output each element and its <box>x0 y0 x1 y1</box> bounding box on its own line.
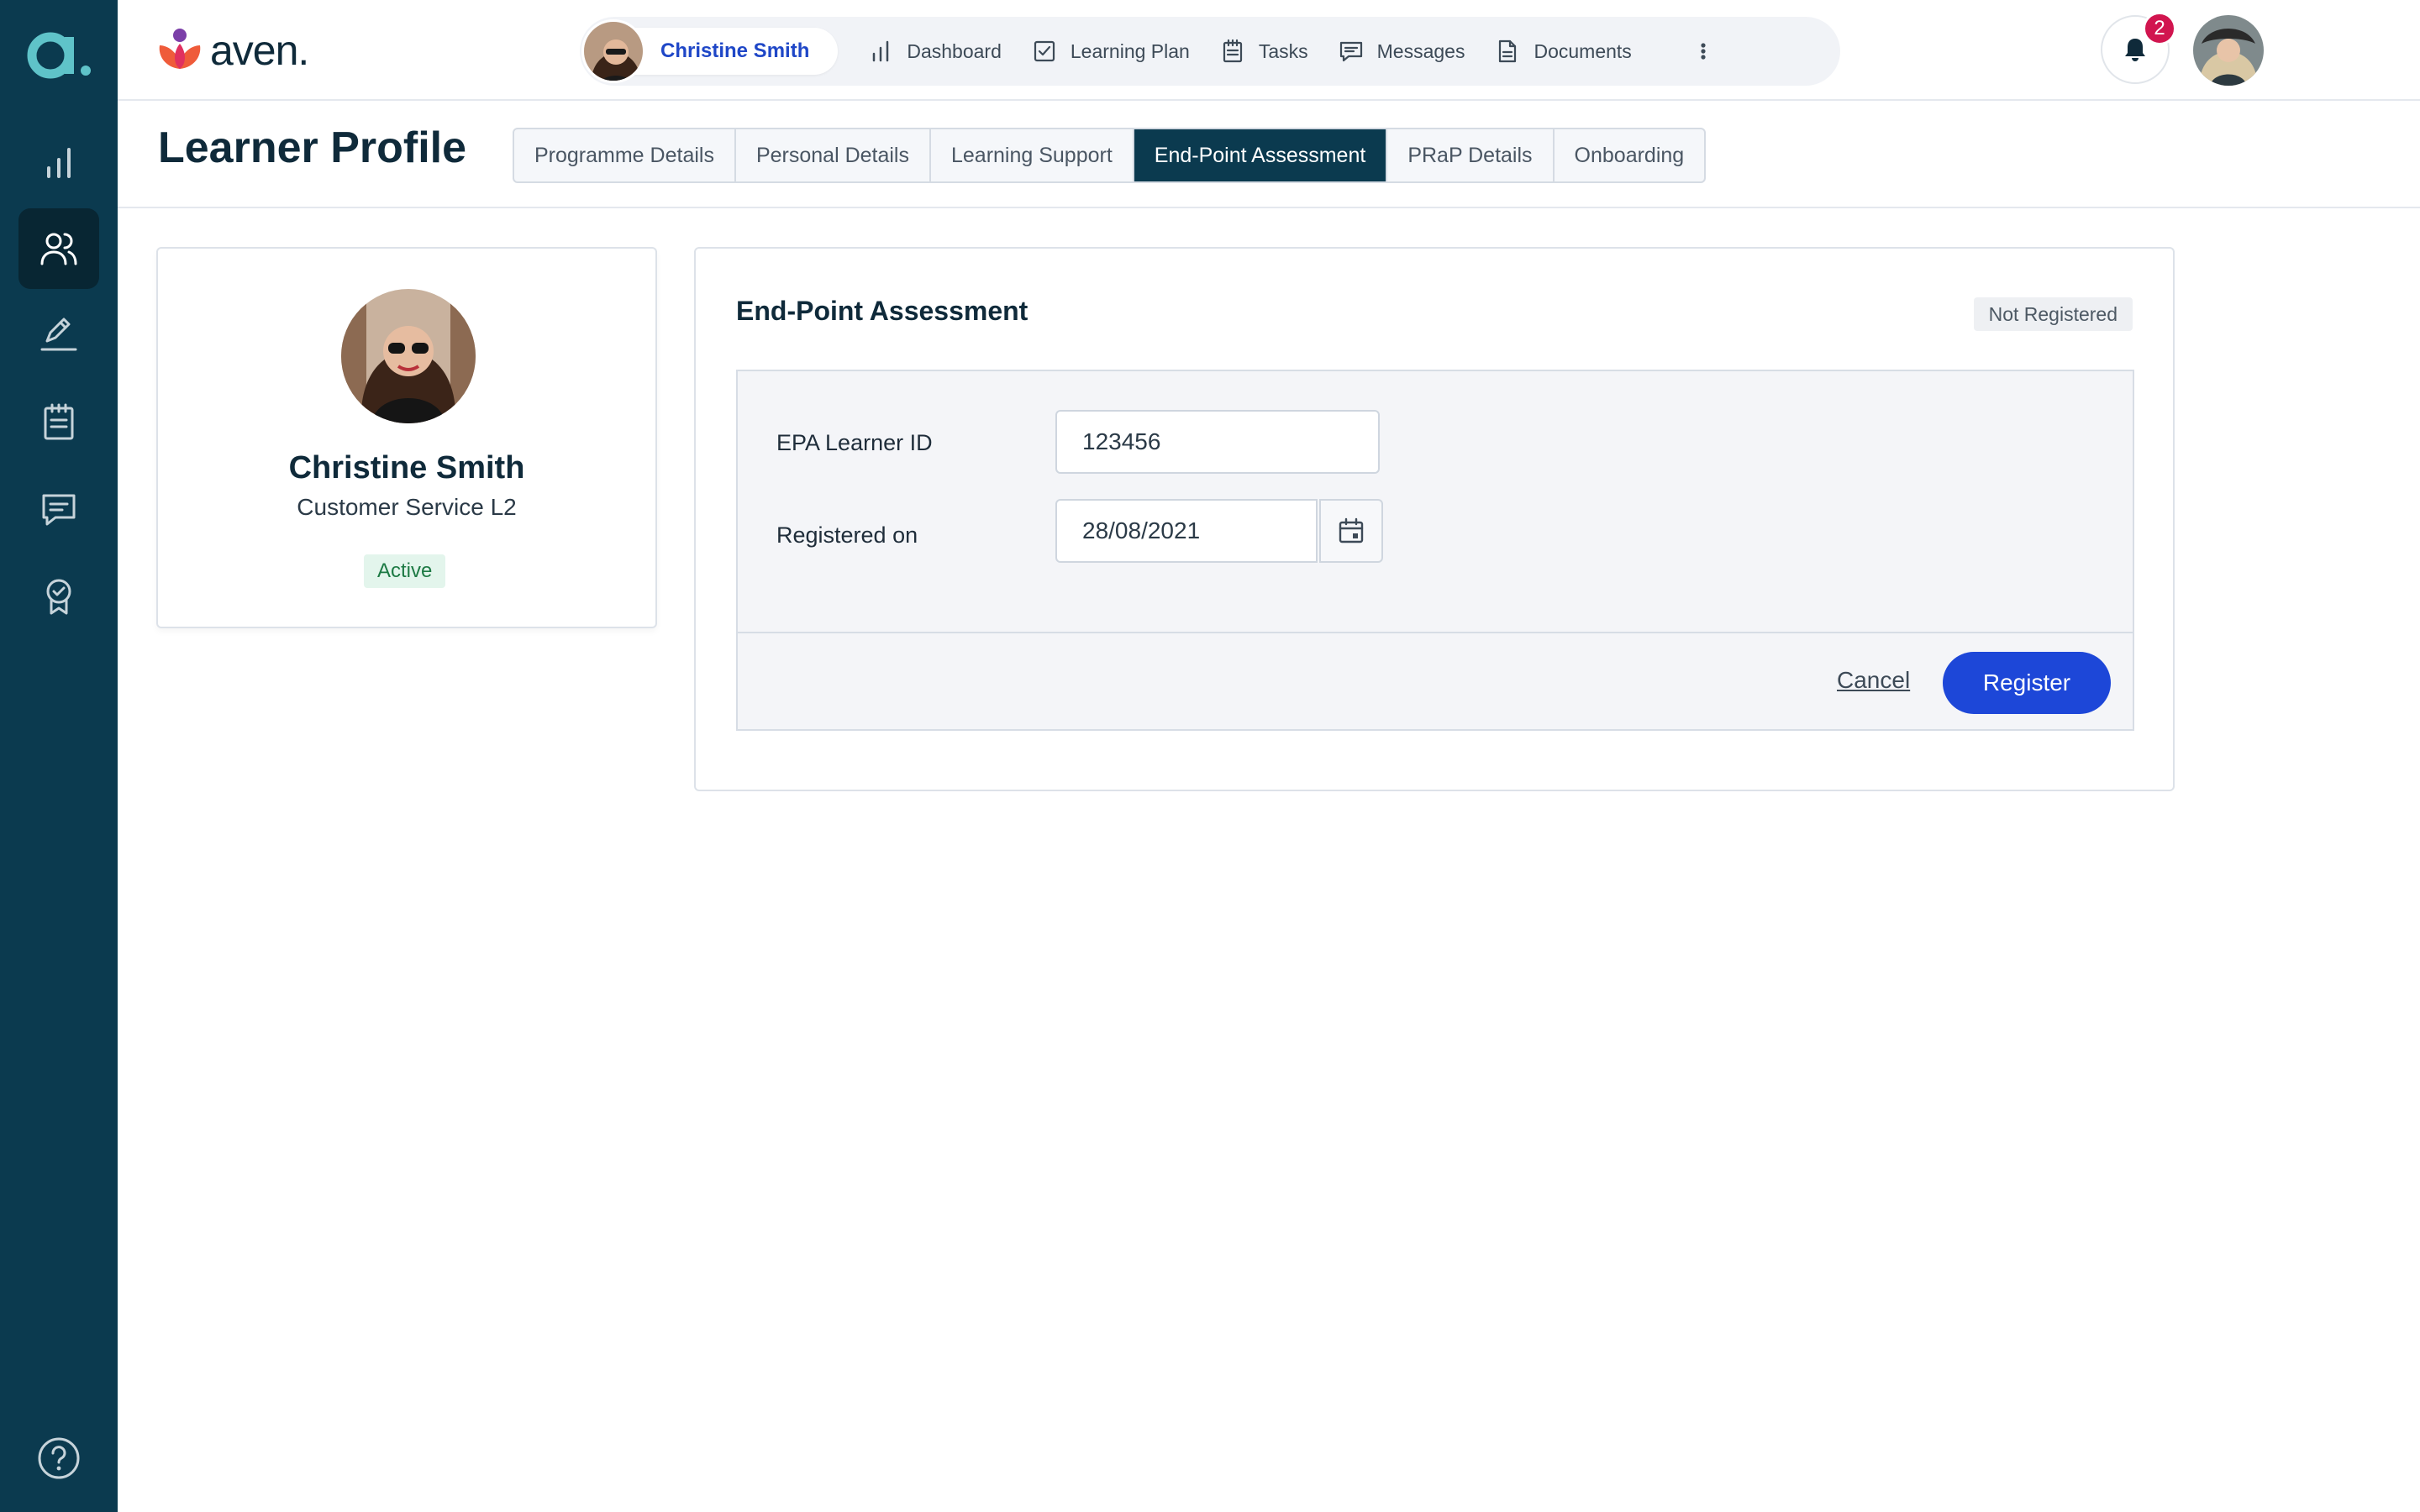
sidebar-item-achievements[interactable] <box>18 556 99 637</box>
brand-flower-icon <box>159 29 201 69</box>
brand-logo[interactable]: aven. <box>156 25 309 76</box>
nav-dashboard-label: Dashboard <box>907 39 1002 62</box>
brand-name: aven. <box>210 27 309 74</box>
bell-icon <box>2125 39 2145 61</box>
notification-count-badge: 2 <box>2143 12 2176 45</box>
learner-course: Customer Service L2 <box>297 494 517 520</box>
sidebar-item-reports[interactable] <box>18 123 99 203</box>
header-divider <box>118 207 2420 208</box>
tab-onboarding[interactable]: Onboarding <box>1555 129 1705 181</box>
tab-learning-support[interactable]: Learning Support <box>931 129 1134 181</box>
sidebar-item-learners[interactable] <box>18 208 99 289</box>
nav-documents[interactable]: Documents <box>1495 39 1632 64</box>
nav-learning-plan-label: Learning Plan <box>1070 39 1190 62</box>
register-button[interactable]: Register <box>1943 652 2111 714</box>
nav-documents-label: Documents <box>1534 39 1632 62</box>
learner-full-name: Christine Smith <box>288 450 525 486</box>
clipboard-icon <box>1223 39 1242 63</box>
sidebar-item-messages[interactable] <box>18 469 99 549</box>
tab-prap-details[interactable]: PRaP Details <box>1387 129 1555 181</box>
epa-panel: End-Point Assessment Not Registered EPA … <box>694 247 2175 791</box>
page-title: Learner Profile <box>158 123 467 172</box>
top-header: aven. Christine Smith Dashboard Learning… <box>118 0 2420 101</box>
award-icon <box>46 579 71 615</box>
document-icon <box>1499 39 1517 63</box>
clipboard-icon <box>44 403 74 440</box>
calendar-icon <box>1339 517 1364 543</box>
epa-learner-id-input[interactable]: 123456 <box>1055 410 1380 474</box>
nav-learning-plan[interactable]: Learning Plan <box>1032 39 1190 64</box>
nav-tasks-label: Tasks <box>1258 39 1308 62</box>
learner-name: Christine Smith <box>660 39 810 62</box>
learner-photo <box>341 289 476 423</box>
users-icon <box>40 233 77 265</box>
chat-icon <box>1339 41 1362 62</box>
help-icon[interactable] <box>37 1436 81 1480</box>
sidebar-item-tasks[interactable] <box>18 381 99 462</box>
bar-chart-icon <box>873 40 889 62</box>
learner-nav: Christine Smith Dashboard Learning Plan … <box>580 17 1840 86</box>
learner-switcher[interactable]: Christine Smith <box>581 19 839 83</box>
epa-section-title: End-Point Assessment <box>736 296 1028 326</box>
registered-on-date-input[interactable]: 28/08/2021 <box>1055 499 1318 563</box>
pen-signature-icon <box>40 318 77 351</box>
bar-chart-icon <box>47 148 71 178</box>
date-picker-button[interactable] <box>1319 499 1383 563</box>
nav-tasks[interactable]: Tasks <box>1220 39 1308 64</box>
cancel-button[interactable]: Cancel <box>1837 667 1910 694</box>
epa-form: EPA Learner ID 123456 Registered on 28/0… <box>736 370 2134 731</box>
tab-end-point-assessment[interactable]: End-Point Assessment <box>1134 129 1388 181</box>
epa-status-badge: Not Registered <box>1973 297 2133 331</box>
nav-messages[interactable]: Messages <box>1339 39 1465 64</box>
sidebar-item-sign[interactable] <box>18 294 99 375</box>
user-avatar[interactable] <box>2193 15 2264 86</box>
chat-icon <box>42 494 76 526</box>
more-vertical-icon <box>1701 43 1706 60</box>
checkbox-icon <box>1034 40 1055 62</box>
registered-on-label: Registered on <box>776 522 918 548</box>
epa-learner-id-label: EPA Learner ID <box>776 430 933 455</box>
learner-avatar <box>581 19 645 83</box>
nav-dashboard[interactable]: Dashboard <box>868 39 1002 64</box>
tab-programme-details[interactable]: Programme Details <box>514 129 736 181</box>
sidebar <box>0 0 118 1512</box>
learner-profile-card: Christine Smith Customer Service L2 Acti… <box>156 247 657 628</box>
more-menu-button[interactable] <box>1691 39 1716 64</box>
status-badge: Active <box>364 554 446 588</box>
form-actions: Cancel Register <box>738 632 2133 729</box>
nav-messages-label: Messages <box>1376 39 1465 62</box>
tab-personal-details[interactable]: Personal Details <box>736 129 931 181</box>
profile-tabs: Programme Details Personal Details Learn… <box>513 128 1707 183</box>
app-logo-icon[interactable] <box>25 24 92 82</box>
